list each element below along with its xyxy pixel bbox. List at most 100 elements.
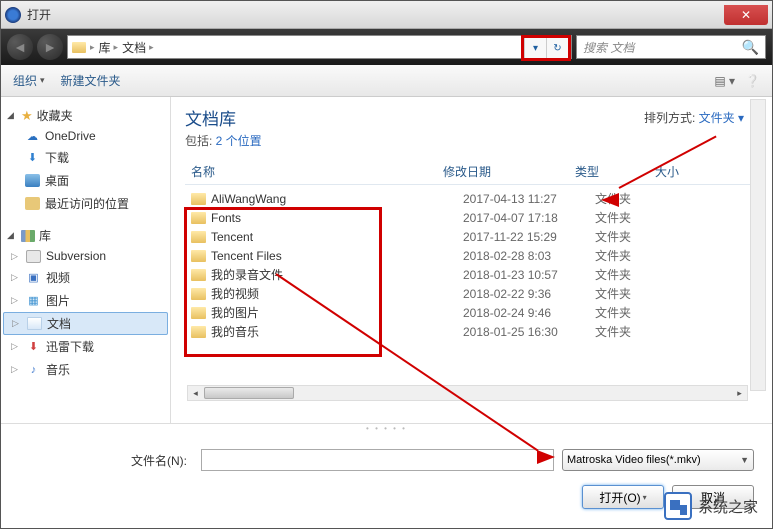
resize-gripper[interactable]: • • • • • xyxy=(1,423,772,433)
sidebar-item-label: 视频 xyxy=(46,269,70,286)
file-type: 文件夹 xyxy=(595,285,675,302)
sidebar-favorite-item[interactable]: ☁OneDrive xyxy=(3,126,168,146)
sidebar-library-item[interactable]: ▷文档 xyxy=(3,312,168,335)
file-row[interactable]: 我的视频2018-02-22 9:36文件夹 xyxy=(185,284,762,303)
locations-link[interactable]: 2 个位置 xyxy=(216,134,262,148)
file-date: 2018-02-28 8:03 xyxy=(463,249,595,263)
file-name: 我的录音文件 xyxy=(211,266,463,283)
scroll-left-icon[interactable]: ◂ xyxy=(188,386,203,400)
scroll-right-icon[interactable]: ▸ xyxy=(732,386,747,400)
search-input[interactable]: 搜索 文档 🔍 xyxy=(576,35,766,59)
sidebar-item-label: 图片 xyxy=(46,292,70,309)
expand-icon: ▷ xyxy=(11,272,21,283)
folder-icon xyxy=(72,42,86,53)
folder-icon xyxy=(191,288,206,300)
watermark: 系统之家 xyxy=(664,492,758,520)
annotation-box-address: ▾ ↻ xyxy=(521,35,571,61)
sidebar-item-icon: ▦ xyxy=(26,294,41,307)
sidebar-item-label: 音乐 xyxy=(46,361,70,378)
sidebar-item-icon: ⬇ xyxy=(26,340,41,353)
sidebar-item-icon: ☁ xyxy=(25,130,40,143)
sidebar-item-icon: ▣ xyxy=(26,271,41,284)
favorites-header[interactable]: ◢★收藏夹 xyxy=(3,105,168,126)
file-date: 2017-04-13 11:27 xyxy=(463,192,595,206)
folder-icon xyxy=(191,212,206,224)
sidebar-favorite-item[interactable]: 最近访问的位置 xyxy=(3,192,168,215)
file-row[interactable]: 我的录音文件2018-01-23 10:57文件夹 xyxy=(185,265,762,284)
watermark-icon xyxy=(664,492,692,520)
expand-icon: ▷ xyxy=(11,341,21,352)
file-row[interactable]: Fonts2017-04-07 17:18文件夹 xyxy=(185,208,762,227)
col-name[interactable]: 名称 xyxy=(185,163,443,180)
history-dropdown-button[interactable]: ▾ xyxy=(524,38,546,58)
col-size[interactable]: 大小 xyxy=(655,163,715,180)
sort-dropdown[interactable]: 文件夹 ▾ xyxy=(699,111,744,125)
file-row[interactable]: 我的音乐2018-01-25 16:30文件夹 xyxy=(185,322,762,341)
col-type[interactable]: 类型 xyxy=(575,163,655,180)
file-name: 我的音乐 xyxy=(211,323,463,340)
file-name: 我的视频 xyxy=(211,285,463,302)
file-row[interactable]: 我的图片2018-02-24 9:46文件夹 xyxy=(185,303,762,322)
close-button[interactable]: ✕ xyxy=(724,5,768,25)
file-name: Fonts xyxy=(211,211,463,225)
file-name: AliWangWang xyxy=(211,192,463,206)
sidebar-item-label: Subversion xyxy=(46,249,106,263)
organize-button[interactable]: 组织 ▾ xyxy=(13,72,45,89)
horizontal-scrollbar[interactable]: ◂ ▸ xyxy=(187,385,748,401)
file-name: 我的图片 xyxy=(211,304,463,321)
scroll-thumb[interactable] xyxy=(204,387,294,399)
file-type: 文件夹 xyxy=(595,266,675,283)
folder-icon xyxy=(191,326,206,338)
sidebar-item-label: 下载 xyxy=(45,149,69,166)
file-row[interactable]: AliWangWang2017-04-13 11:27文件夹 xyxy=(185,189,762,208)
sidebar-library-item[interactable]: ▷⬇迅雷下载 xyxy=(3,335,168,358)
refresh-button[interactable]: ↻ xyxy=(546,38,568,58)
sidebar: ◢★收藏夹 ☁OneDrive⬇下载桌面最近访问的位置 ◢库 ▷Subversi… xyxy=(1,97,171,423)
view-options-button[interactable]: ▤ ▾ xyxy=(714,74,735,88)
file-date: 2018-01-25 16:30 xyxy=(463,325,595,339)
file-date: 2018-02-24 9:46 xyxy=(463,306,595,320)
back-button[interactable]: ◄ xyxy=(7,34,33,60)
sidebar-favorite-item[interactable]: ⬇下载 xyxy=(3,146,168,169)
sidebar-item-icon: ♪ xyxy=(26,363,41,376)
folder-icon xyxy=(191,269,206,281)
open-button[interactable]: 打开(O)▾ xyxy=(582,485,664,509)
file-name: Tencent xyxy=(211,230,463,244)
file-date: 2018-02-22 9:36 xyxy=(463,287,595,301)
file-name: Tencent Files xyxy=(211,249,463,263)
sidebar-item-label: 最近访问的位置 xyxy=(45,195,129,212)
forward-button[interactable]: ► xyxy=(37,34,63,60)
libraries-header[interactable]: ◢库 xyxy=(3,225,168,246)
column-headers: 名称 修改日期 类型 大小 xyxy=(185,163,762,185)
filename-input[interactable] xyxy=(201,449,554,471)
file-type: 文件夹 xyxy=(595,209,675,226)
sidebar-item-label: 桌面 xyxy=(45,172,69,189)
folder-icon xyxy=(191,250,206,262)
folder-icon xyxy=(191,193,206,205)
help-button[interactable]: ❔ xyxy=(745,74,760,88)
new-folder-button[interactable]: 新建文件夹 xyxy=(61,72,121,89)
expand-icon: ▷ xyxy=(12,318,22,329)
content-pane: 文档库 包括: 2 个位置 排列方式: 文件夹 ▾ 名称 修改日期 类型 大小 … xyxy=(171,97,772,423)
file-date: 2017-11-22 15:29 xyxy=(463,230,595,244)
chevron-right-icon: ▸ xyxy=(90,42,95,53)
file-row[interactable]: Tencent Files2018-02-28 8:03文件夹 xyxy=(185,246,762,265)
sidebar-library-item[interactable]: ▷▦图片 xyxy=(3,289,168,312)
navbar: ◄ ► ▸ 库 ▸ 文档 ▸ ▾ ↻ 搜索 文档 🔍 xyxy=(1,29,772,65)
file-type: 文件夹 xyxy=(595,323,675,340)
file-type: 文件夹 xyxy=(595,304,675,321)
breadcrumb-library[interactable]: 库 ▸ xyxy=(99,39,119,56)
sidebar-favorite-item[interactable]: 桌面 xyxy=(3,169,168,192)
sidebar-library-item[interactable]: ▷Subversion xyxy=(3,246,168,266)
file-type-filter[interactable]: Matroska Video files(*.mkv)▼ xyxy=(562,449,754,471)
file-date: 2018-01-23 10:57 xyxy=(463,268,595,282)
address-bar[interactable]: ▸ 库 ▸ 文档 ▸ ▾ ↻ xyxy=(67,35,572,59)
col-date[interactable]: 修改日期 xyxy=(443,163,575,180)
vertical-scrollbar[interactable] xyxy=(750,99,766,391)
breadcrumb-documents[interactable]: 文档 ▸ xyxy=(122,39,154,56)
file-row[interactable]: Tencent2017-11-22 15:29文件夹 xyxy=(185,227,762,246)
sidebar-library-item[interactable]: ▷ ▣ 视频 xyxy=(3,266,168,289)
window-title: 打开 xyxy=(27,6,724,23)
sidebar-library-item[interactable]: ▷♪音乐 xyxy=(3,358,168,381)
sidebar-item-icon xyxy=(25,197,40,210)
